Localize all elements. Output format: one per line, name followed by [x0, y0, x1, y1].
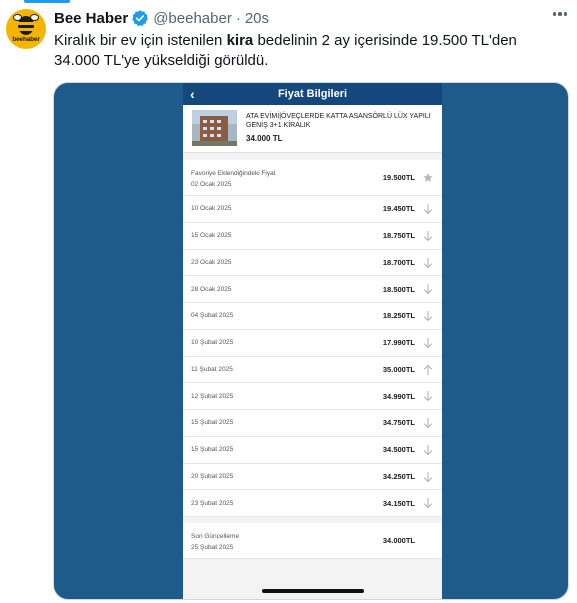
home-indicator — [262, 589, 364, 593]
price-row: 23 Şubat 2025 34.150TL — [183, 490, 442, 517]
tweet-text: Kiralık bir ev için istenilen kira bedel… — [54, 32, 517, 69]
arrow-down-icon — [423, 498, 433, 509]
price-row: 10 Ocak 2025 19.450TL — [183, 196, 442, 223]
author-name[interactable]: Bee Haber — [54, 10, 128, 27]
arrow-down-icon — [423, 230, 433, 241]
row-date: 10 Ocak 2025 — [191, 205, 232, 213]
tweet-time[interactable]: 20s — [245, 10, 269, 27]
row-date: 11 Şubat 2025 — [191, 365, 233, 373]
row-price: 34.250TL — [382, 471, 415, 481]
arrow-down-icon — [423, 391, 433, 402]
top-accent-bar — [24, 0, 70, 3]
arrow-down-icon — [423, 310, 433, 322]
row-date: 15 Ocak 2025 — [191, 232, 232, 240]
author-handle[interactable]: @beehaber — [153, 10, 232, 27]
row-date: 15 Şubat 2025 — [191, 419, 234, 427]
arrow-down-icon — [423, 337, 433, 348]
listing-price: 34.000 TL — [246, 134, 283, 143]
row-price: 34.000TL — [382, 536, 415, 545]
price-row: 20 Şubat 2025 34.250TL — [183, 463, 442, 491]
row-date: 02 Ocak 2025 — [191, 181, 232, 188]
price-row: 23 Ocak 2025 18.700TL — [183, 249, 442, 277]
star-icon — [423, 173, 433, 182]
row-price: 18.250TL — [382, 311, 415, 321]
listing-photo — [192, 110, 237, 146]
row-price: 17.990TL — [382, 338, 415, 348]
verified-badge-icon — [132, 10, 149, 27]
row-price: 34.150TL — [382, 498, 415, 508]
price-row: 11 Şubat 2025 35.000TL — [183, 356, 442, 384]
price-row: 15 Ocak 2025 18.750TL — [183, 222, 442, 250]
app-screenshot: ‹ Fiyat Bilgileri ATA EVİMİ|ÖVEÇLERDE KA… — [183, 83, 442, 599]
avatar-wordmark: beehaber — [12, 36, 40, 43]
arrow-down-icon — [423, 444, 433, 455]
price-row: 04 Şubat 2025 18.250TL — [183, 303, 442, 330]
price-row: 28 Ocak 2025 18.500TL — [183, 276, 442, 303]
separator-dot: · — [235, 9, 241, 27]
row-price: 34.500TL — [382, 445, 415, 455]
price-history-list: Favoriye Eklendiğindeki Fiyat 02 Ocak 20… — [183, 160, 442, 559]
price-row-last-updated: Son Güncelleme 25 Şubat 2025 34.000TL — [183, 523, 442, 559]
arrow-down-icon — [423, 417, 433, 429]
price-row: 15 Şubat 2025 34.500TL — [183, 436, 442, 464]
arrow-down-icon — [423, 203, 433, 215]
row-label: Favoriye Eklendiğindeki Fiyat — [191, 170, 276, 177]
row-label: Son Güncelleme — [191, 533, 240, 540]
tweet-text-bold: kira — [226, 32, 254, 49]
row-date: 28 Ocak 2025 — [191, 285, 232, 293]
row-price: 18.700TL — [382, 257, 415, 267]
row-date: 12 Şubat 2025 — [191, 392, 234, 400]
row-date: 20 Şubat 2025 — [191, 472, 234, 480]
row-price: 19.450TL — [382, 204, 415, 214]
listing-title: ATA EVİMİ|ÖVEÇLERDE KATTA ASANSÖRLÜ LÜX … — [246, 113, 431, 129]
arrow-down-icon — [423, 471, 433, 482]
price-row: 12 Şubat 2025 34.990TL — [183, 383, 442, 410]
price-row: 10 Şubat 2025 17.990TL — [183, 329, 442, 357]
row-date: 15 Şubat 2025 — [191, 446, 234, 454]
row-date: 04 Şubat 2025 — [191, 312, 234, 320]
arrow-down-icon — [423, 257, 433, 268]
row-date: 25 Şubat 2025 — [191, 544, 234, 551]
row-price: 34.750TL — [382, 418, 415, 428]
row-price: 35.000TL — [382, 364, 415, 374]
back-icon: ‹ — [190, 86, 195, 102]
listing-card: ATA EVİMİ|ÖVEÇLERDE KATTA ASANSÖRLÜ LÜX … — [183, 105, 442, 153]
arrow-down-icon — [423, 284, 433, 295]
tweet-media[interactable]: ‹ Fiyat Bilgileri ATA EVİMİ|ÖVEÇLERDE KA… — [53, 82, 569, 600]
row-price: 18.750TL — [382, 231, 415, 241]
row-date: 10 Şubat 2025 — [191, 339, 234, 347]
row-date: 23 Ocak 2025 — [191, 258, 232, 266]
price-row: 15 Şubat 2025 34.750TL — [183, 410, 442, 437]
price-row-favorited: Favoriye Eklendiğindeki Fiyat 02 Ocak 20… — [183, 160, 442, 196]
more-options-icon[interactable] — [552, 12, 567, 16]
row-price: 19.500TL — [382, 173, 415, 182]
arrow-up-icon — [423, 364, 433, 375]
avatar[interactable]: beehaber — [6, 9, 46, 49]
app-nav-bar: ‹ Fiyat Bilgileri — [183, 83, 442, 105]
tweet-header: Bee Haber @beehaber · 20s — [54, 8, 269, 28]
app-nav-title: Fiyat Bilgileri — [277, 88, 348, 100]
row-price: 18.500TL — [382, 284, 415, 294]
row-price: 34.990TL — [382, 391, 415, 401]
bee-logo-icon — [18, 16, 34, 35]
row-date: 23 Şubat 2025 — [191, 499, 234, 507]
